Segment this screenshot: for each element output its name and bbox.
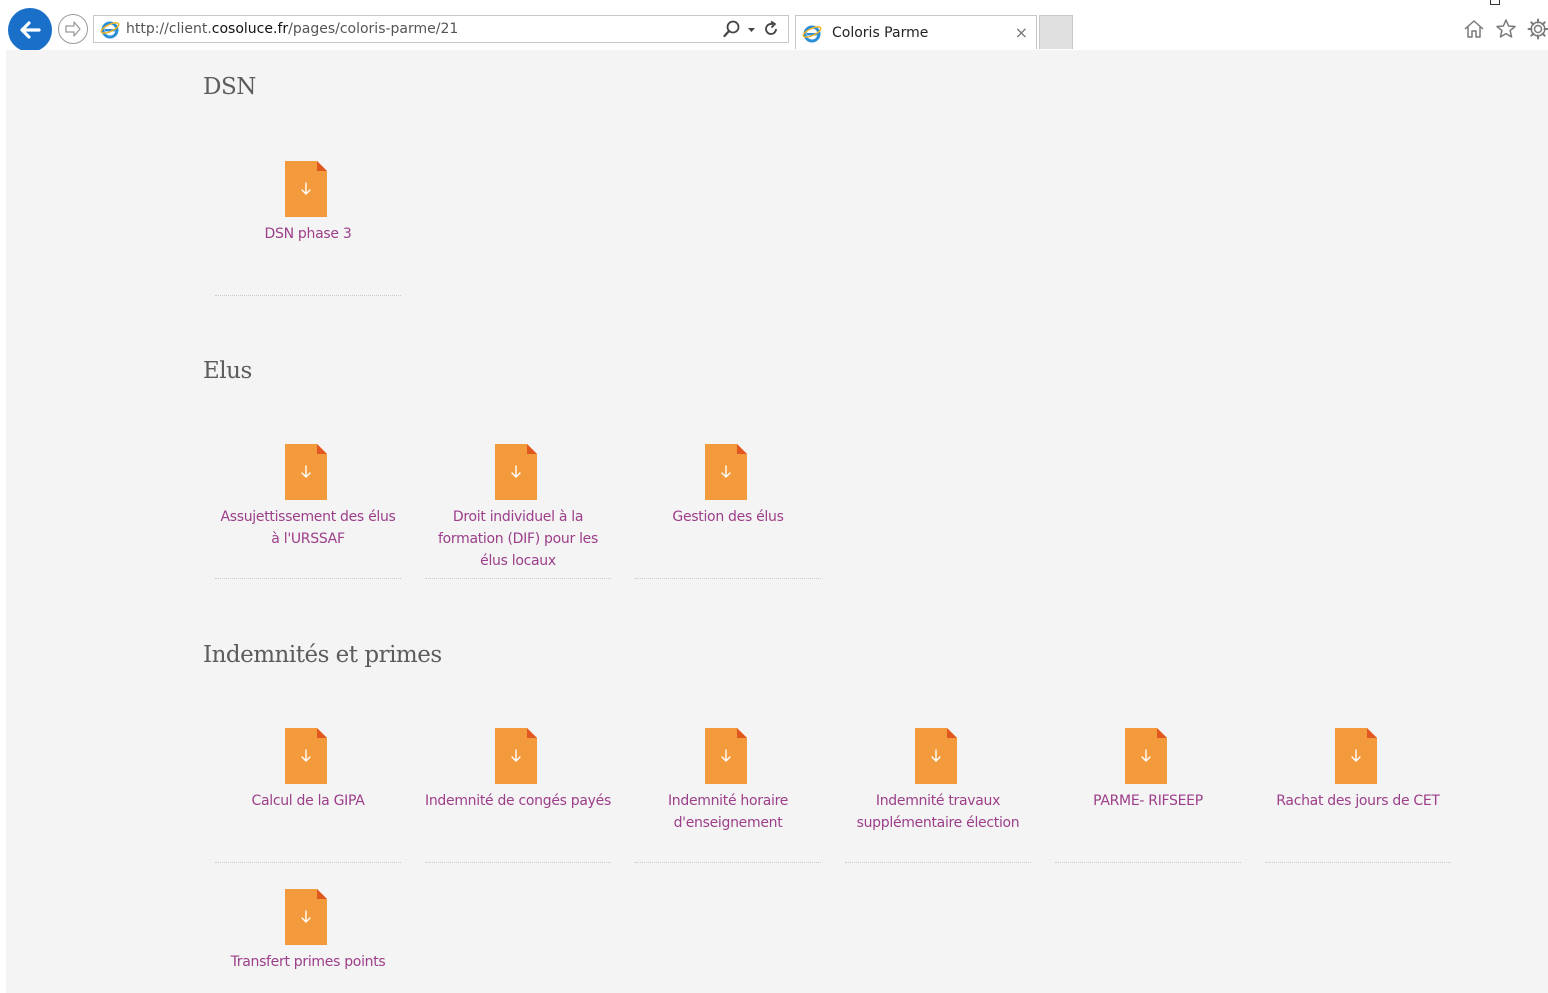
page-content: DSN DSN phase 3 Elus Assujettissement de… xyxy=(6,50,1548,993)
file-item-label[interactable]: Gestion des élus xyxy=(635,506,821,528)
file-item[interactable]: Gestion des élus xyxy=(635,444,821,579)
forward-arrow-icon xyxy=(65,21,81,37)
file-item[interactable]: Droit individuel à la formation (DIF) po… xyxy=(425,444,611,579)
back-button[interactable] xyxy=(8,8,52,52)
forward-button[interactable] xyxy=(58,14,88,44)
url-prefix: http://client. xyxy=(126,21,212,37)
file-download-icon xyxy=(705,444,747,500)
file-item-label[interactable]: Indemnité travaux supplémentaire électio… xyxy=(845,790,1031,834)
url-path: /pages/coloris-parme/21 xyxy=(288,21,459,37)
file-item[interactable]: DSN phase 3 xyxy=(215,161,401,296)
file-download-icon xyxy=(285,728,327,784)
toolbar-icons xyxy=(1462,17,1548,41)
section-title-indemnites: Indemnités et primes xyxy=(203,642,442,668)
file-download-icon xyxy=(285,161,327,217)
file-item[interactable]: Indemnité de congés payés xyxy=(425,728,611,863)
file-download-icon xyxy=(285,889,327,945)
tab-title: Coloris Parme xyxy=(832,24,929,41)
url-text: http://client.cosoluce.fr/pages/coloris-… xyxy=(126,21,458,37)
file-item[interactable]: PARME- RIFSEEP xyxy=(1055,728,1241,863)
file-item-label[interactable]: Assujettissement des élus à l'URSSAF xyxy=(215,506,401,550)
file-download-icon xyxy=(705,728,747,784)
section-title-elus: Elus xyxy=(203,358,252,384)
search-dropdown-icon[interactable] xyxy=(747,19,756,39)
ie-logo-icon xyxy=(100,21,120,39)
file-item-label[interactable]: Indemnité horaire d'enseignement xyxy=(635,790,821,834)
file-item-label[interactable]: Indemnité de congés payés xyxy=(425,790,611,812)
browser-chrome: http://client.cosoluce.fr/pages/coloris-… xyxy=(0,0,1548,52)
refresh-icon[interactable] xyxy=(762,19,780,39)
file-item[interactable]: Calcul de la GIPA xyxy=(215,728,401,863)
file-download-icon xyxy=(1125,728,1167,784)
back-arrow-icon xyxy=(20,21,41,39)
address-tools xyxy=(723,19,780,39)
file-download-icon xyxy=(495,728,537,784)
file-item[interactable]: Indemnité horaire d'enseignement xyxy=(635,728,821,863)
tab-close-icon[interactable]: × xyxy=(1015,23,1028,42)
file-download-icon xyxy=(285,444,327,500)
file-item-label[interactable]: PARME- RIFSEEP xyxy=(1055,790,1241,812)
file-item-label[interactable]: Droit individuel à la formation (DIF) po… xyxy=(425,506,611,572)
star-icon[interactable] xyxy=(1494,17,1518,41)
file-item-label[interactable]: DSN phase 3 xyxy=(215,223,401,245)
file-download-icon xyxy=(495,444,537,500)
file-item-label[interactable]: Transfert primes points xyxy=(215,951,401,973)
new-tab-button[interactable] xyxy=(1039,15,1073,49)
ie-logo-icon xyxy=(802,25,822,42)
gear-icon[interactable] xyxy=(1526,17,1548,41)
file-item[interactable]: Assujettissement des élus à l'URSSAF xyxy=(215,444,401,579)
window-restore-icon[interactable] xyxy=(1490,0,1500,5)
address-bar[interactable]: http://client.cosoluce.fr/pages/coloris-… xyxy=(93,15,789,43)
url-host: cosoluce.fr xyxy=(211,21,289,37)
file-item-label[interactable]: Calcul de la GIPA xyxy=(215,790,401,812)
search-icon[interactable] xyxy=(723,19,741,39)
file-item[interactable]: Rachat des jours de CET xyxy=(1265,728,1451,863)
section-title-dsn: DSN xyxy=(203,74,256,100)
file-item[interactable]: Transfert primes points xyxy=(215,889,401,989)
tab-coloris-parme[interactable]: Coloris Parme × xyxy=(795,15,1037,49)
file-download-icon xyxy=(1335,728,1377,784)
file-item[interactable]: Indemnité travaux supplémentaire électio… xyxy=(845,728,1031,863)
file-item-label[interactable]: Rachat des jours de CET xyxy=(1265,790,1451,812)
home-icon[interactable] xyxy=(1462,17,1486,41)
file-download-icon xyxy=(915,728,957,784)
